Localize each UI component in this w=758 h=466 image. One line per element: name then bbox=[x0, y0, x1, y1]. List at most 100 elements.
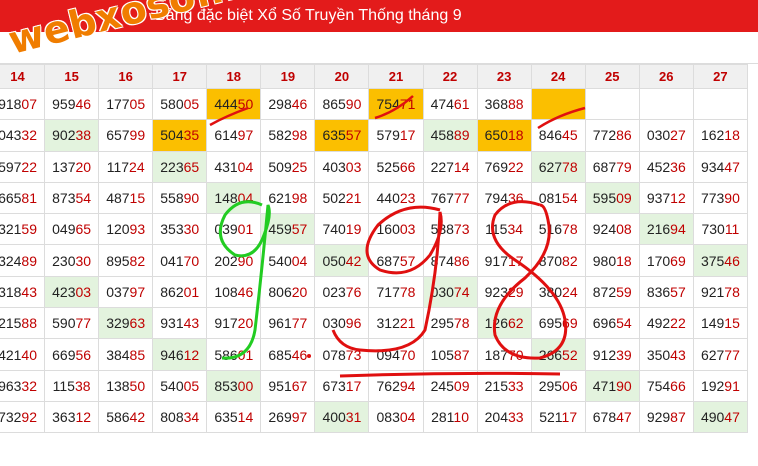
result-cell: 80620 bbox=[260, 275, 316, 309]
result-head-digits: 516 bbox=[538, 221, 563, 238]
result-head-digits: 665 bbox=[0, 190, 22, 207]
result-head-digits: 230 bbox=[52, 252, 76, 269]
result-tail-digits: 43 bbox=[21, 283, 37, 300]
result-tail-digits: 63 bbox=[129, 315, 146, 332]
result-tail-digits: 89 bbox=[21, 252, 37, 269]
result-head-digits: 582 bbox=[268, 127, 292, 144]
column-header-day: 22 bbox=[422, 64, 478, 89]
result-tail-digits: 97 bbox=[237, 127, 254, 144]
result-cell: 89582 bbox=[98, 244, 154, 277]
result-cell: 92987 bbox=[638, 400, 694, 434]
result-tail-digits: 73 bbox=[345, 346, 362, 363]
result-head-digits: 223 bbox=[160, 158, 184, 175]
result-cell: 11538 bbox=[44, 369, 100, 402]
result-cell: 77390 bbox=[692, 181, 749, 215]
result-tail-digits: 86 bbox=[616, 127, 632, 144]
result-cell bbox=[530, 87, 586, 121]
result-cell: 28110 bbox=[422, 400, 478, 434]
result-head-digits: 137 bbox=[52, 158, 76, 175]
result-tail-digits: 78 bbox=[453, 315, 470, 332]
result-head-digits: 924 bbox=[592, 221, 617, 238]
result-head-digits: 318 bbox=[0, 283, 22, 300]
result-tail-digits: 94 bbox=[399, 377, 416, 394]
result-tail-digits: 01 bbox=[237, 346, 254, 363]
result-head-digits: 929 bbox=[646, 409, 671, 426]
result-tail-digits: 17 bbox=[561, 409, 578, 426]
result-cell: 04965 bbox=[44, 213, 100, 246]
result-head-digits: 912 bbox=[592, 346, 617, 363]
result-head-digits: 149 bbox=[700, 315, 725, 332]
result-tail-digits: 89 bbox=[453, 127, 470, 144]
result-tail-digits: 47 bbox=[724, 409, 740, 426]
result-head-digits: 873 bbox=[52, 190, 76, 207]
result-cell: 26652 bbox=[530, 338, 586, 371]
result-tail-digits: 01 bbox=[183, 283, 200, 300]
result-cell: 35043 bbox=[638, 338, 694, 371]
result-head-digits: 375 bbox=[700, 252, 725, 269]
result-cell: 05042 bbox=[314, 244, 370, 277]
result-head-digits: 384 bbox=[106, 346, 130, 363]
result-cell: 50221 bbox=[314, 181, 370, 215]
result-tail-digits: 69 bbox=[670, 252, 686, 269]
result-cell: 50435 bbox=[152, 119, 208, 152]
result-tail-digits: 70 bbox=[507, 346, 524, 363]
result-tail-digits: 82 bbox=[562, 252, 578, 269]
result-cell: 71778 bbox=[368, 275, 424, 309]
result-cell: 14915 bbox=[692, 307, 749, 340]
result-head-digits: 216 bbox=[646, 221, 671, 238]
result-cell: 03797 bbox=[98, 275, 154, 309]
result-cell: 44023 bbox=[368, 181, 424, 215]
result-head-digits: 281 bbox=[431, 409, 454, 426]
result-tail-digits: 96 bbox=[345, 315, 362, 332]
result-tail-digits: 77 bbox=[724, 346, 740, 363]
result-cell: 38024 bbox=[530, 275, 586, 309]
result-tail-digits: 59 bbox=[616, 283, 632, 300]
result-cell: 03901 bbox=[206, 213, 262, 246]
column-header-day: 25 bbox=[584, 64, 640, 89]
result-tail-digits: 39 bbox=[616, 346, 632, 363]
result-tail-digits: 42 bbox=[345, 252, 362, 269]
result-cell: 93712 bbox=[638, 181, 694, 215]
result-tail-digits: 09 bbox=[453, 377, 470, 394]
result-head-digits: 586 bbox=[106, 409, 130, 426]
result-cell: 17069 bbox=[638, 244, 694, 277]
result-head-digits: 917 bbox=[214, 315, 238, 332]
result-tail-digits: 81 bbox=[21, 190, 37, 207]
result-cell: 44450 bbox=[206, 87, 262, 121]
column-header-day: 23 bbox=[476, 64, 532, 89]
result-tail-digits: 24 bbox=[129, 158, 145, 175]
result-cell: 12662 bbox=[476, 307, 532, 340]
result-head-digits: 730 bbox=[701, 221, 725, 238]
result-cell: 18770 bbox=[476, 338, 532, 371]
result-tail-digits: 77 bbox=[291, 315, 308, 332]
result-cell: 21694 bbox=[638, 213, 694, 246]
result-tail-digits: 36 bbox=[670, 158, 686, 175]
result-cell: 63514 bbox=[206, 400, 262, 434]
result-head-digits: 521 bbox=[539, 409, 562, 426]
result-cell: 38485 bbox=[98, 338, 154, 371]
result-tail-digits: 34 bbox=[507, 221, 524, 238]
result-tail-digits: 99 bbox=[129, 127, 146, 144]
result-head-digits: 657 bbox=[106, 127, 130, 144]
result-head-digits: 769 bbox=[484, 158, 508, 175]
result-head-digits: 687 bbox=[376, 252, 400, 269]
result-cell: 91717 bbox=[476, 244, 532, 277]
result-tail-digits: 29 bbox=[507, 283, 524, 300]
result-head-digits: 459 bbox=[268, 221, 292, 238]
result-head-digits: 923 bbox=[484, 283, 508, 300]
result-tail-digits: 25 bbox=[291, 158, 308, 175]
result-head-digits: 215 bbox=[0, 315, 22, 332]
result-tail-digits: 17 bbox=[399, 127, 416, 144]
result-head-digits: 041 bbox=[160, 252, 184, 269]
result-head-digits: 865 bbox=[322, 96, 346, 113]
result-cell: 22365 bbox=[152, 150, 208, 183]
result-head-digits: 298 bbox=[268, 96, 292, 113]
result-cell: 13850 bbox=[98, 369, 154, 402]
result-head-digits: 579 bbox=[376, 127, 400, 144]
result-tail-digits: 90 bbox=[616, 377, 632, 394]
result-cell: 67847 bbox=[584, 400, 640, 434]
result-cell: 96177 bbox=[260, 307, 316, 340]
result-head-digits: 353 bbox=[160, 221, 184, 238]
result-cell: 21533 bbox=[476, 369, 532, 402]
result-tail-digits: 22 bbox=[507, 158, 524, 175]
